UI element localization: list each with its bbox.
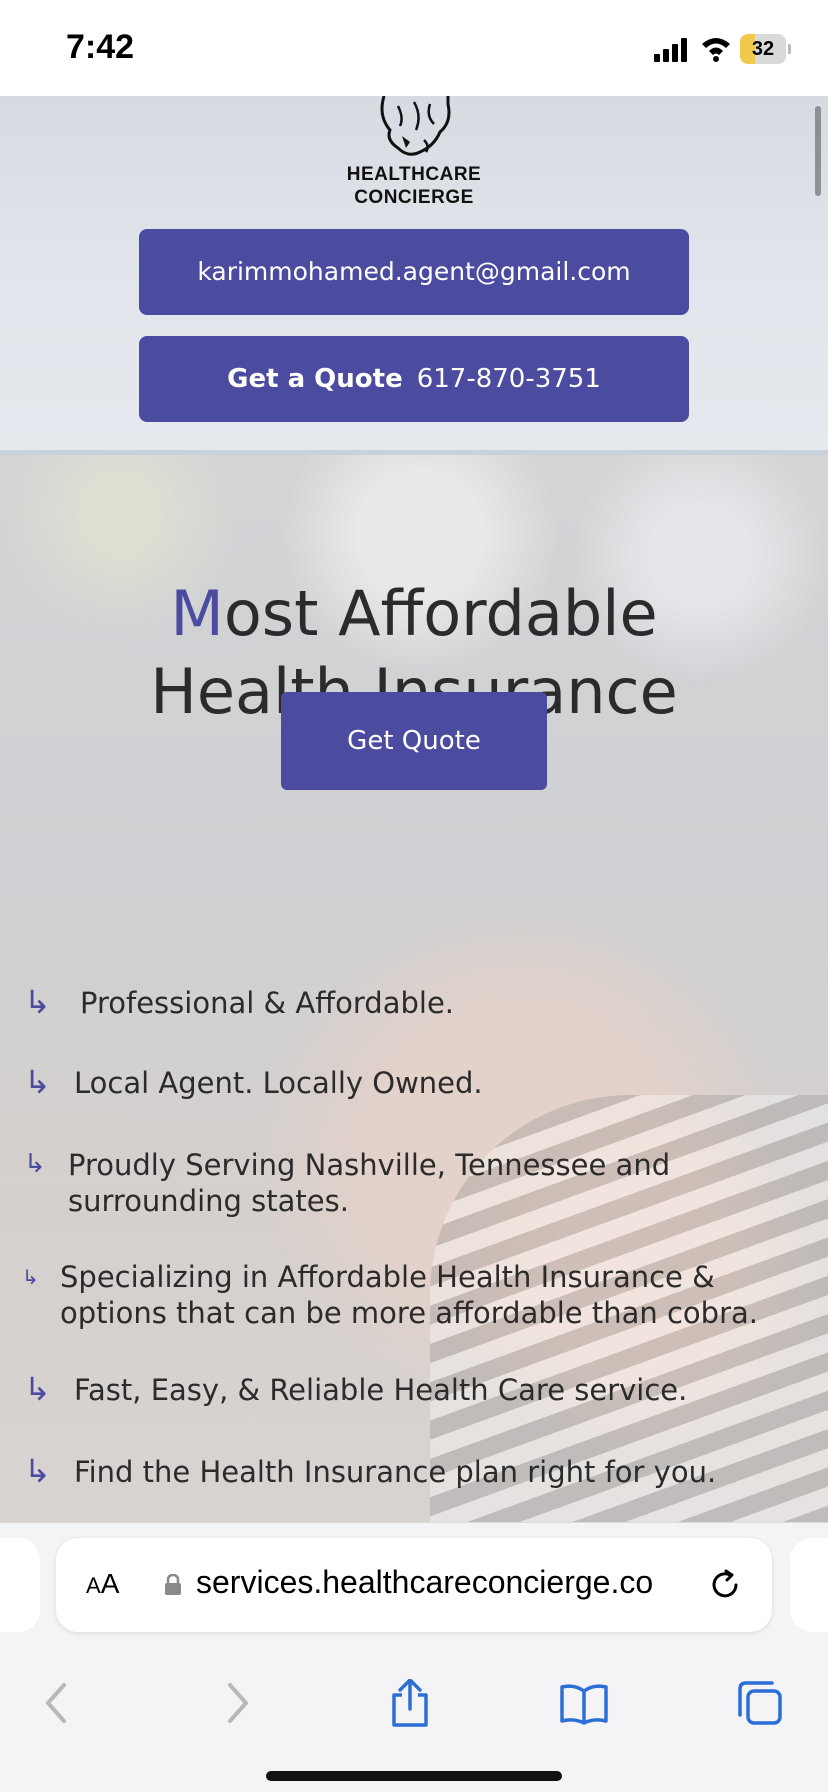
wifi-icon [702,38,730,62]
feature-text-line-1: Proudly Serving Nashville, Tennessee and [68,1148,671,1182]
feature-text: Proudly Serving Nashville, Tennessee and… [68,1147,670,1219]
previous-tab-peek[interactable] [0,1538,40,1632]
home-indicator[interactable] [266,1771,562,1781]
aa-small: A [86,1573,101,1598]
get-a-quote-phone-button[interactable]: Get a Quote 617-870-3751 [139,336,689,422]
logo-text[interactable]: HEALTHCARE CONCIERGE [300,163,528,209]
battery-indicator: 32 [740,34,792,64]
arrow-right-icon: ↳ [24,1149,46,1179]
cellular-signal-icon [654,38,690,62]
arrow-right-icon: ↳ [24,1452,51,1490]
arrow-right-icon: ↳ [24,1063,51,1101]
share-icon[interactable] [386,1679,434,1727]
feature-text: Local Agent. Locally Owned. [74,1066,483,1100]
phone-number: 617-870-3751 [416,364,601,394]
email-button[interactable]: karimmohamed.agent@gmail.com [139,229,689,315]
forward-icon[interactable] [212,1679,260,1727]
aa-big: A [100,1568,120,1599]
tabs-icon[interactable] [736,1679,784,1727]
feature-text-line-2: surrounding states. [68,1184,349,1218]
feature-text-line-2: options that can be more affordable than… [60,1296,758,1330]
feature-text: Fast, Easy, & Reliable Health Care servi… [74,1373,688,1407]
feature-text: Find the Health Insurance plan right for… [74,1455,717,1489]
reader-settings-button[interactable]: AA [86,1568,119,1600]
arrow-right-icon: ↳ [22,1265,39,1289]
hero-title-initial: M [170,577,224,650]
get-a-quote-label: Get a Quote [227,364,403,394]
arrow-right-icon: ↳ [24,983,51,1021]
browser-toolbar: AA services.healthcareconcierge.co [0,1522,828,1792]
logo-line-2: CONCIERGE [354,187,474,208]
hero-section: Most Affordable Health Insurance Get Quo… [0,455,828,1522]
back-icon[interactable] [34,1679,82,1727]
lion-logo-icon[interactable] [364,96,468,162]
get-quote-button[interactable]: Get Quote [281,692,547,790]
reload-icon[interactable] [708,1568,742,1602]
next-tab-peek[interactable] [790,1538,828,1632]
feature-text-line-1: Specializing in Affordable Health Insura… [60,1260,715,1294]
arrow-right-icon: ↳ [24,1370,51,1408]
hero-title-line-1: ost Affordable [223,577,658,650]
lock-icon [165,1574,181,1595]
url-text[interactable]: services.healthcareconcierge.co [196,1564,736,1601]
status-time: 7:42 [66,28,135,66]
status-bar: 7:42 32 [0,0,828,96]
address-bar[interactable]: AA services.healthcareconcierge.co [56,1538,772,1632]
scrollbar-thumb[interactable] [815,106,821,196]
feature-text: Professional & Affordable. [80,986,455,1020]
bookmarks-icon[interactable] [560,1679,608,1727]
logo-line-1: HEALTHCARE [346,164,482,185]
feature-text: Specializing in Affordable Health Insura… [60,1259,758,1331]
battery-percent: 32 [751,38,775,60]
